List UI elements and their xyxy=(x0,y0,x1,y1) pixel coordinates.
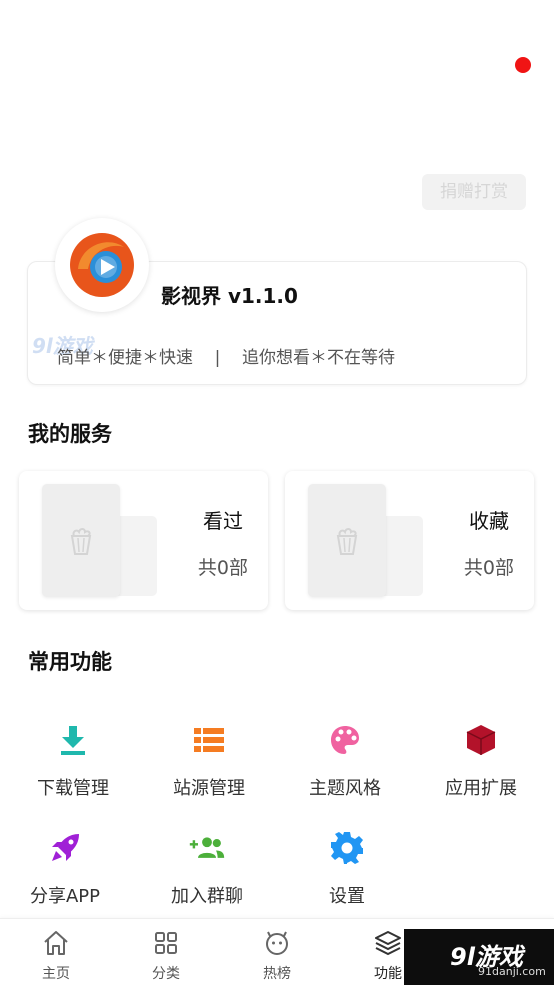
site-url: 91danji.com xyxy=(478,965,546,978)
settings-button[interactable]: 设置 xyxy=(287,830,407,920)
favorites-card[interactable]: 收藏 共0部 xyxy=(285,471,534,610)
grid-icon xyxy=(152,929,180,957)
nav-hot[interactable]: 热榜 xyxy=(227,919,327,985)
popcorn-icon xyxy=(70,527,92,555)
notification-dot xyxy=(515,57,531,73)
app-extension-button[interactable]: 应用扩展 xyxy=(421,722,541,812)
share-app-button[interactable]: 分享APP xyxy=(5,830,125,920)
app-slogan: 简单＊便捷＊快速 | 追你想看＊不在等待 xyxy=(57,348,395,368)
palette-icon xyxy=(327,722,363,758)
nav-category[interactable]: 分类 xyxy=(116,919,216,985)
home-icon xyxy=(42,929,70,957)
download-manager-button[interactable]: 下载管理 xyxy=(13,722,133,812)
favorites-count: 共0部 xyxy=(463,557,514,579)
app-logo xyxy=(55,218,149,312)
site-watermark: 9l游戏 91danji.com xyxy=(404,929,554,985)
download-manager-label: 下载管理 xyxy=(37,778,109,799)
share-app-label: 分享APP xyxy=(29,886,101,907)
popcorn-icon xyxy=(336,527,358,555)
nav-home-label: 主页 xyxy=(42,966,70,982)
functions-title: 常用功能 xyxy=(28,650,112,674)
gear-icon xyxy=(329,830,365,866)
join-group-label: 加入群聊 xyxy=(171,886,243,907)
download-icon xyxy=(55,722,91,758)
nav-home[interactable]: 主页 xyxy=(6,919,106,985)
history-count: 共0部 xyxy=(197,557,248,579)
app-title: 影视界 v1.1.0 xyxy=(161,284,298,308)
donate-button[interactable]: 捐赠打赏 xyxy=(422,174,526,210)
cube-icon xyxy=(463,722,499,758)
play-logo-icon xyxy=(70,233,134,297)
thumb-placeholder xyxy=(308,484,386,597)
nav-category-label: 分类 xyxy=(152,966,180,982)
history-card[interactable]: 看过 共0部 xyxy=(19,471,268,610)
theme-style-label: 主题风格 xyxy=(309,778,381,799)
settings-label: 设置 xyxy=(329,886,365,907)
nav-hot-label: 热榜 xyxy=(263,966,291,982)
history-label: 看过 xyxy=(203,509,243,533)
group-add-icon xyxy=(189,830,225,866)
theme-style-button[interactable]: 主题风格 xyxy=(285,722,405,812)
app-extension-label: 应用扩展 xyxy=(445,778,517,799)
smile-icon xyxy=(263,929,291,957)
rocket-icon xyxy=(47,830,83,866)
list-icon xyxy=(191,722,227,758)
thumb-placeholder xyxy=(42,484,120,597)
layers-icon xyxy=(374,929,402,957)
source-manager-label: 站源管理 xyxy=(173,778,245,799)
join-group-button[interactable]: 加入群聊 xyxy=(147,830,267,920)
favorites-label: 收藏 xyxy=(469,509,509,533)
services-title: 我的服务 xyxy=(28,422,112,446)
source-manager-button[interactable]: 站源管理 xyxy=(149,722,269,812)
